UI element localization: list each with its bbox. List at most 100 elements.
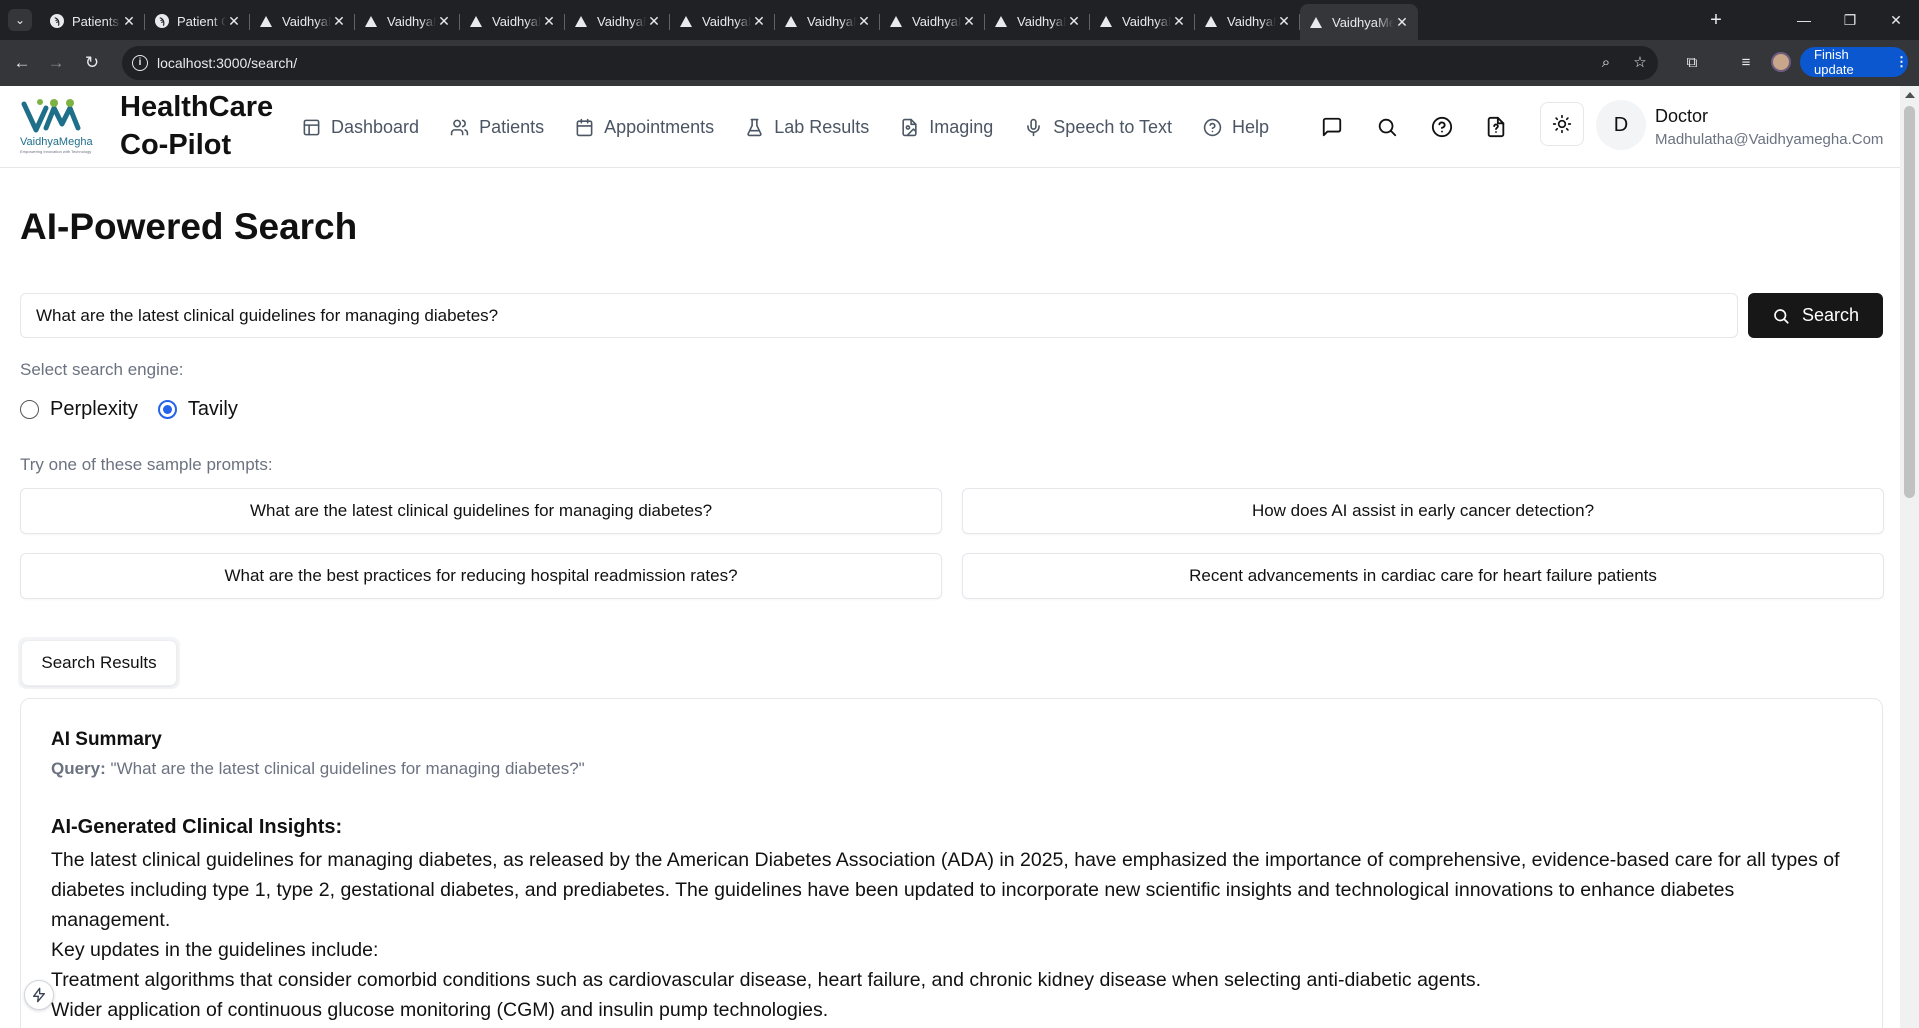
tab-title: VaidhyaMe bbox=[1227, 13, 1276, 29]
browser-tabstrip: ⌄ ϡPatients | M✕ϡPatient Ch✕VaidhyaMe✕Va… bbox=[0, 0, 1919, 40]
theme-toggle-button[interactable] bbox=[1540, 102, 1584, 146]
tab-title: Patients | M bbox=[72, 13, 121, 29]
browser-tab[interactable]: VaidhyaMe✕ bbox=[460, 6, 565, 36]
nav-appointments[interactable]: Appointments bbox=[575, 117, 714, 138]
query-text: "What are the latest clinical guidelines… bbox=[110, 759, 585, 778]
close-tab-icon[interactable]: ✕ bbox=[1394, 14, 1410, 31]
close-tab-icon[interactable]: ✕ bbox=[226, 13, 242, 30]
chat-button[interactable] bbox=[1321, 116, 1343, 138]
sample-prompt-button[interactable]: What are the latest clinical guidelines … bbox=[20, 488, 942, 534]
search-button[interactable] bbox=[1376, 116, 1398, 138]
tab-title: VaidhyaMe bbox=[1017, 13, 1066, 29]
new-tab-button[interactable]: + bbox=[1702, 6, 1730, 34]
radio-perplexity-label[interactable]: Perplexity bbox=[50, 398, 138, 421]
browser-tab[interactable]: VaidhyaMe✕ bbox=[565, 6, 670, 36]
prompts-label: Try one of these sample prompts: bbox=[20, 455, 273, 474]
radio-tavily-label[interactable]: Tavily bbox=[188, 398, 238, 421]
page-scrollbar[interactable] bbox=[1900, 86, 1919, 1028]
browser-tab[interactable]: ϡ Patients | M✕ bbox=[40, 6, 145, 36]
media-controls-icon[interactable]: ≡ bbox=[1735, 52, 1757, 74]
browser-tab[interactable]: VaidhyaMe✕ bbox=[355, 6, 460, 36]
address-bar[interactable]: i localhost:3000/search/ ⌕ ☆ bbox=[122, 46, 1658, 80]
close-tab-icon[interactable]: ✕ bbox=[1171, 13, 1187, 30]
user-avatar[interactable]: D bbox=[1596, 100, 1646, 150]
scroll-up-arrow-icon[interactable] bbox=[1905, 92, 1915, 98]
user-role: Doctor bbox=[1655, 106, 1709, 126]
dev-tools-button[interactable] bbox=[24, 980, 54, 1010]
file-question-icon bbox=[1487, 116, 1505, 138]
help-button[interactable] bbox=[1431, 116, 1453, 138]
close-tab-icon[interactable]: ✕ bbox=[121, 13, 137, 30]
restore-icon[interactable]: ❐ bbox=[1827, 0, 1873, 40]
calendar-icon bbox=[576, 118, 593, 136]
close-tab-icon[interactable]: ✕ bbox=[1276, 13, 1292, 30]
back-button[interactable]: ← bbox=[10, 51, 34, 75]
vercel-triangle-icon bbox=[995, 15, 1007, 27]
close-tab-icon[interactable]: ✕ bbox=[961, 13, 977, 30]
search-submit-button[interactable]: Search bbox=[1748, 293, 1883, 338]
nav-help-label: Help bbox=[1232, 116, 1270, 137]
close-tab-icon[interactable]: ✕ bbox=[751, 13, 767, 30]
tab-title: VaidhyaMe bbox=[1332, 14, 1394, 30]
browser-tab[interactable]: VaidhyaMe✕ bbox=[250, 6, 355, 36]
flask-icon bbox=[747, 118, 762, 136]
browser-tab[interactable]: VaidhyaMe✕ bbox=[880, 6, 985, 36]
tab-title: Patient Ch bbox=[177, 13, 226, 29]
extensions-icon[interactable]: ⧉ bbox=[1681, 52, 1703, 74]
forward-button[interactable]: → bbox=[44, 51, 68, 75]
close-tab-icon[interactable]: ✕ bbox=[331, 13, 347, 30]
radio-perplexity[interactable] bbox=[20, 399, 39, 419]
browser-tab[interactable]: VaidhyaMe✕ bbox=[670, 6, 775, 36]
sample-prompt-button[interactable]: How does AI assist in early cancer detec… bbox=[962, 488, 1884, 534]
nav-lab-results[interactable]: Lab Results bbox=[745, 117, 869, 138]
minimize-icon[interactable]: — bbox=[1781, 0, 1827, 40]
reload-button[interactable]: ↻ bbox=[80, 51, 104, 75]
tab-title: VaidhyaMe bbox=[492, 13, 541, 29]
vercel-triangle-icon bbox=[365, 15, 377, 27]
app-header: VaidhyaMegha Empowering Innovation with … bbox=[0, 86, 1900, 168]
app-title: HealthCare Co-Pilot bbox=[120, 91, 274, 161]
nav-speech-to-text-label: Speech to Text bbox=[1053, 116, 1173, 137]
engine-label: Select search engine: bbox=[20, 360, 184, 379]
bookmark-star-icon[interactable]: ☆ bbox=[1630, 53, 1650, 73]
tab-search-menu-icon[interactable]: ⌄ bbox=[8, 9, 32, 31]
browser-tab[interactable]: ϡ Patient Ch✕ bbox=[145, 6, 250, 36]
browser-tab[interactable]: VaidhyaMe✕ bbox=[1090, 6, 1195, 36]
close-tab-icon[interactable]: ✕ bbox=[436, 13, 452, 30]
close-window-icon[interactable]: ✕ bbox=[1873, 0, 1919, 40]
close-tab-icon[interactable]: ✕ bbox=[646, 13, 662, 30]
nav-dashboard[interactable]: Dashboard bbox=[302, 117, 419, 138]
url-text[interactable]: localhost:3000/search/ bbox=[157, 55, 297, 71]
profile-avatar[interactable] bbox=[1771, 52, 1791, 72]
insights-body: The latest clinical guidelines for manag… bbox=[51, 845, 1841, 1025]
nav-help[interactable]: Help bbox=[1203, 117, 1269, 138]
browser-toolbar: ← → ↻ i localhost:3000/search/ ⌕ ☆ ⧉ ≡ bbox=[0, 40, 1919, 86]
site-info-icon[interactable]: i bbox=[132, 55, 148, 71]
nav-patients[interactable]: Patients bbox=[450, 117, 544, 138]
vaidhyamegha-logo[interactable]: VaidhyaMegha Empowering Innovation with … bbox=[20, 98, 110, 156]
zoom-icon[interactable]: ⌕ bbox=[1596, 53, 1616, 73]
close-tab-icon[interactable]: ✕ bbox=[856, 13, 872, 30]
finish-update-button[interactable]: Finish update ⋮ bbox=[1800, 47, 1908, 77]
scrollbar-thumb[interactable] bbox=[1904, 106, 1915, 498]
browser-tab[interactable]: VaidhyaMe✕ bbox=[1195, 6, 1300, 36]
radio-tavily[interactable] bbox=[157, 399, 177, 419]
nav-dashboard-label: Dashboard bbox=[331, 116, 420, 137]
search-input[interactable] bbox=[20, 293, 1738, 338]
browser-tab[interactable]: VaidhyaMe✕ bbox=[985, 6, 1090, 36]
document-help-button[interactable] bbox=[1485, 116, 1507, 138]
close-tab-icon[interactable]: ✕ bbox=[541, 13, 557, 30]
nav-imaging[interactable]: Imaging bbox=[900, 117, 993, 138]
browser-tab[interactable]: VaidhyaMe✕ bbox=[1300, 4, 1418, 40]
close-tab-icon[interactable]: ✕ bbox=[1066, 13, 1082, 30]
tab-search-results[interactable]: Search Results bbox=[22, 641, 176, 685]
nav-lab-results-label: Lab Results bbox=[774, 116, 870, 137]
results-card: AI Summary Query: "What are the latest c… bbox=[20, 698, 1883, 1028]
nav-imaging-label: Imaging bbox=[929, 116, 994, 137]
sample-prompt-button[interactable]: What are the best practices for reducing… bbox=[20, 553, 942, 599]
vercel-triangle-icon bbox=[1205, 15, 1217, 27]
nav-speech-to-text[interactable]: Speech to Text bbox=[1024, 117, 1172, 138]
tab-title: VaidhyaMe bbox=[597, 13, 646, 29]
sample-prompt-button[interactable]: Recent advancements in cardiac care for … bbox=[962, 553, 1884, 599]
browser-tab[interactable]: VaidhyaMe✕ bbox=[775, 6, 880, 36]
